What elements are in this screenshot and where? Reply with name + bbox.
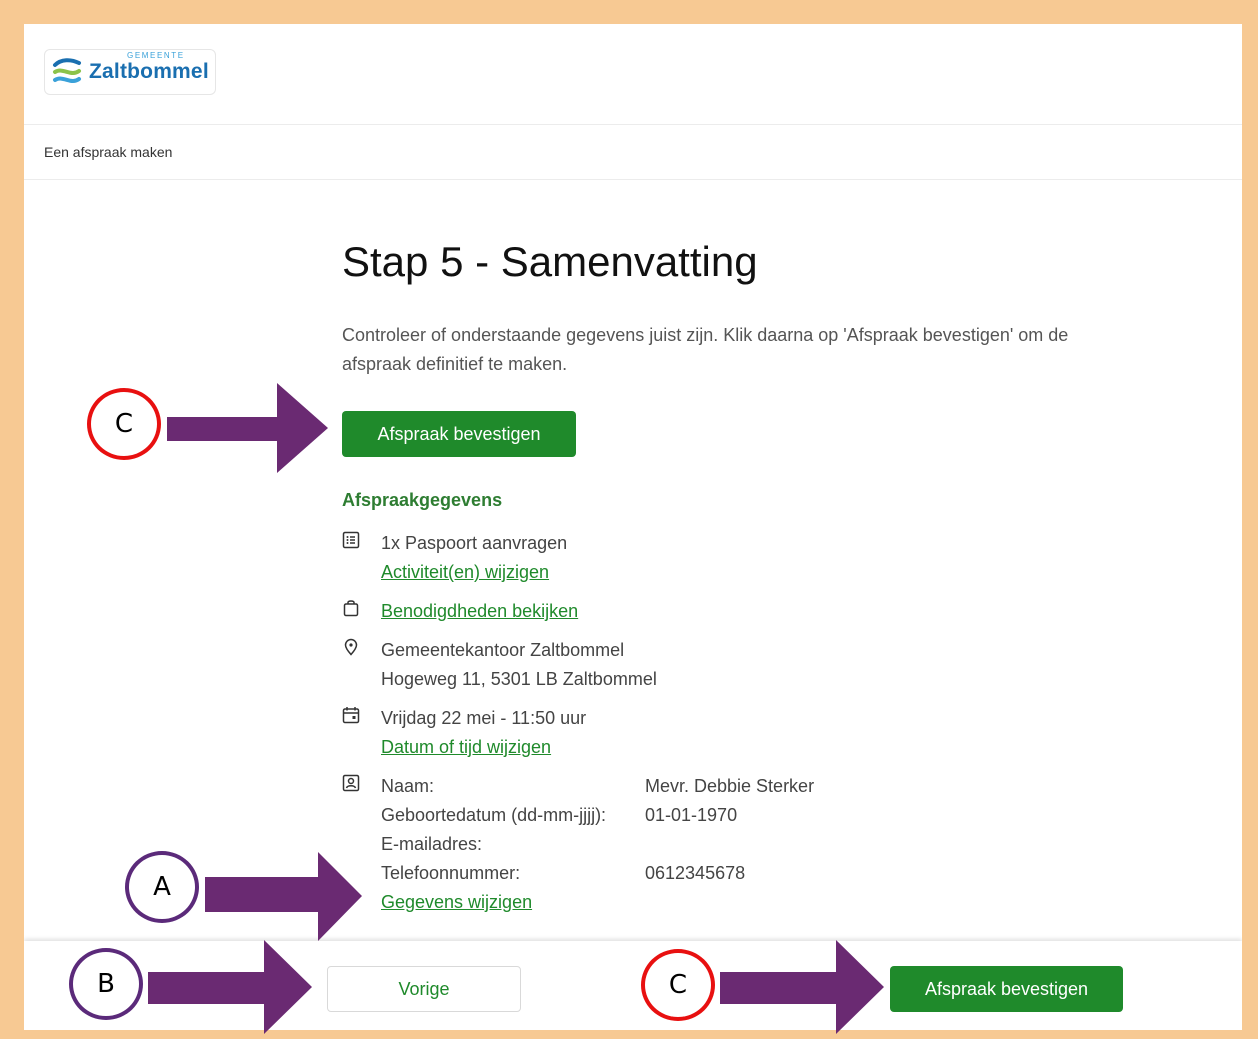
annotation-label-c-bottom: C [641, 949, 715, 1021]
arrow-c-top [167, 383, 328, 473]
arrow-c-bottom [720, 940, 884, 1034]
annotation-label-c-top: C [87, 388, 161, 460]
annotation-label-b: B [69, 948, 143, 1020]
annotation-label-a: A [125, 851, 199, 923]
arrow-a [205, 852, 362, 941]
arrow-b [148, 940, 312, 1034]
